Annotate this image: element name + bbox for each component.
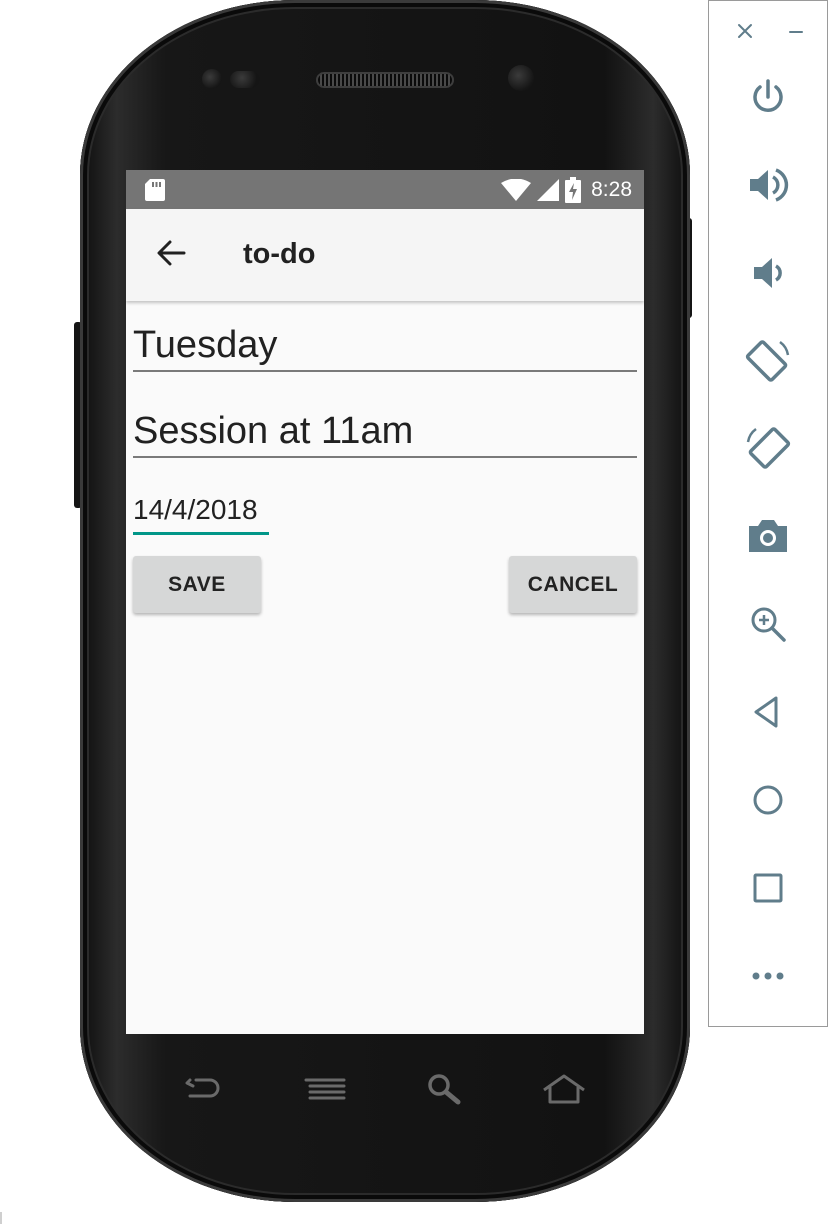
zoom-icon — [751, 607, 786, 642]
volume-down-button[interactable] — [743, 248, 793, 298]
device-screen: 8:28 to-do Tuesday Session at 11am 14/4/… — [126, 170, 644, 1034]
power-button[interactable] — [743, 72, 793, 122]
emulator-overview-button[interactable] — [743, 863, 793, 913]
description-field-value: Session at 11am — [133, 410, 414, 452]
sd-card-icon — [145, 179, 165, 201]
phone-sensor — [202, 69, 222, 89]
phone-sensor — [230, 71, 260, 88]
rotate-left-icon — [745, 340, 790, 382]
power-icon — [753, 79, 783, 112]
emulator-back-button[interactable] — [743, 687, 793, 737]
minimize-icon[interactable] — [787, 21, 805, 41]
more-icon — [752, 972, 784, 980]
emulator-toolbar — [708, 0, 828, 1027]
status-bar: 8:28 — [126, 170, 644, 209]
cancel-button[interactable]: CANCEL — [509, 556, 637, 613]
page-title: to-do — [243, 238, 316, 270]
app-bar: to-do — [126, 209, 644, 301]
day-field[interactable]: Tuesday — [133, 322, 637, 372]
divider — [0, 1212, 2, 1224]
wifi-icon — [501, 178, 532, 201]
date-field[interactable]: 14/4/2018 — [133, 490, 269, 535]
rotate-right-button[interactable] — [743, 423, 793, 473]
camera-icon — [749, 520, 787, 552]
toolbar-window-controls — [709, 21, 827, 45]
volume-down-icon — [754, 258, 782, 288]
hardware-home-icon[interactable] — [540, 1070, 588, 1110]
phone-earpiece — [316, 72, 454, 88]
overview-icon — [753, 873, 783, 903]
home-icon — [753, 785, 783, 815]
more-button[interactable] — [743, 951, 793, 1001]
front-camera — [508, 65, 534, 91]
volume-up-icon — [750, 168, 789, 202]
volume-up-button[interactable] — [743, 160, 793, 210]
zoom-button[interactable] — [743, 599, 793, 649]
back-icon — [754, 696, 778, 728]
status-time: 8:28 — [591, 177, 632, 201]
emulator-home-button[interactable] — [743, 775, 793, 825]
date-field-value: 14/4/2018 — [133, 494, 258, 525]
cell-signal-icon — [537, 178, 560, 201]
battery-charging-icon — [565, 176, 582, 203]
screenshot-button[interactable] — [743, 511, 793, 561]
close-icon[interactable] — [736, 21, 754, 41]
hardware-menu-icon[interactable] — [304, 1070, 346, 1110]
rotate-right-icon — [746, 427, 791, 469]
hardware-back-icon[interactable] — [184, 1070, 224, 1110]
rotate-left-button[interactable] — [743, 336, 793, 386]
description-field[interactable]: Session at 11am — [133, 408, 637, 458]
arrow-back-icon[interactable] — [156, 240, 186, 266]
save-button[interactable]: SAVE — [133, 556, 261, 613]
day-field-value: Tuesday — [133, 324, 278, 366]
hardware-search-icon[interactable] — [424, 1070, 464, 1110]
